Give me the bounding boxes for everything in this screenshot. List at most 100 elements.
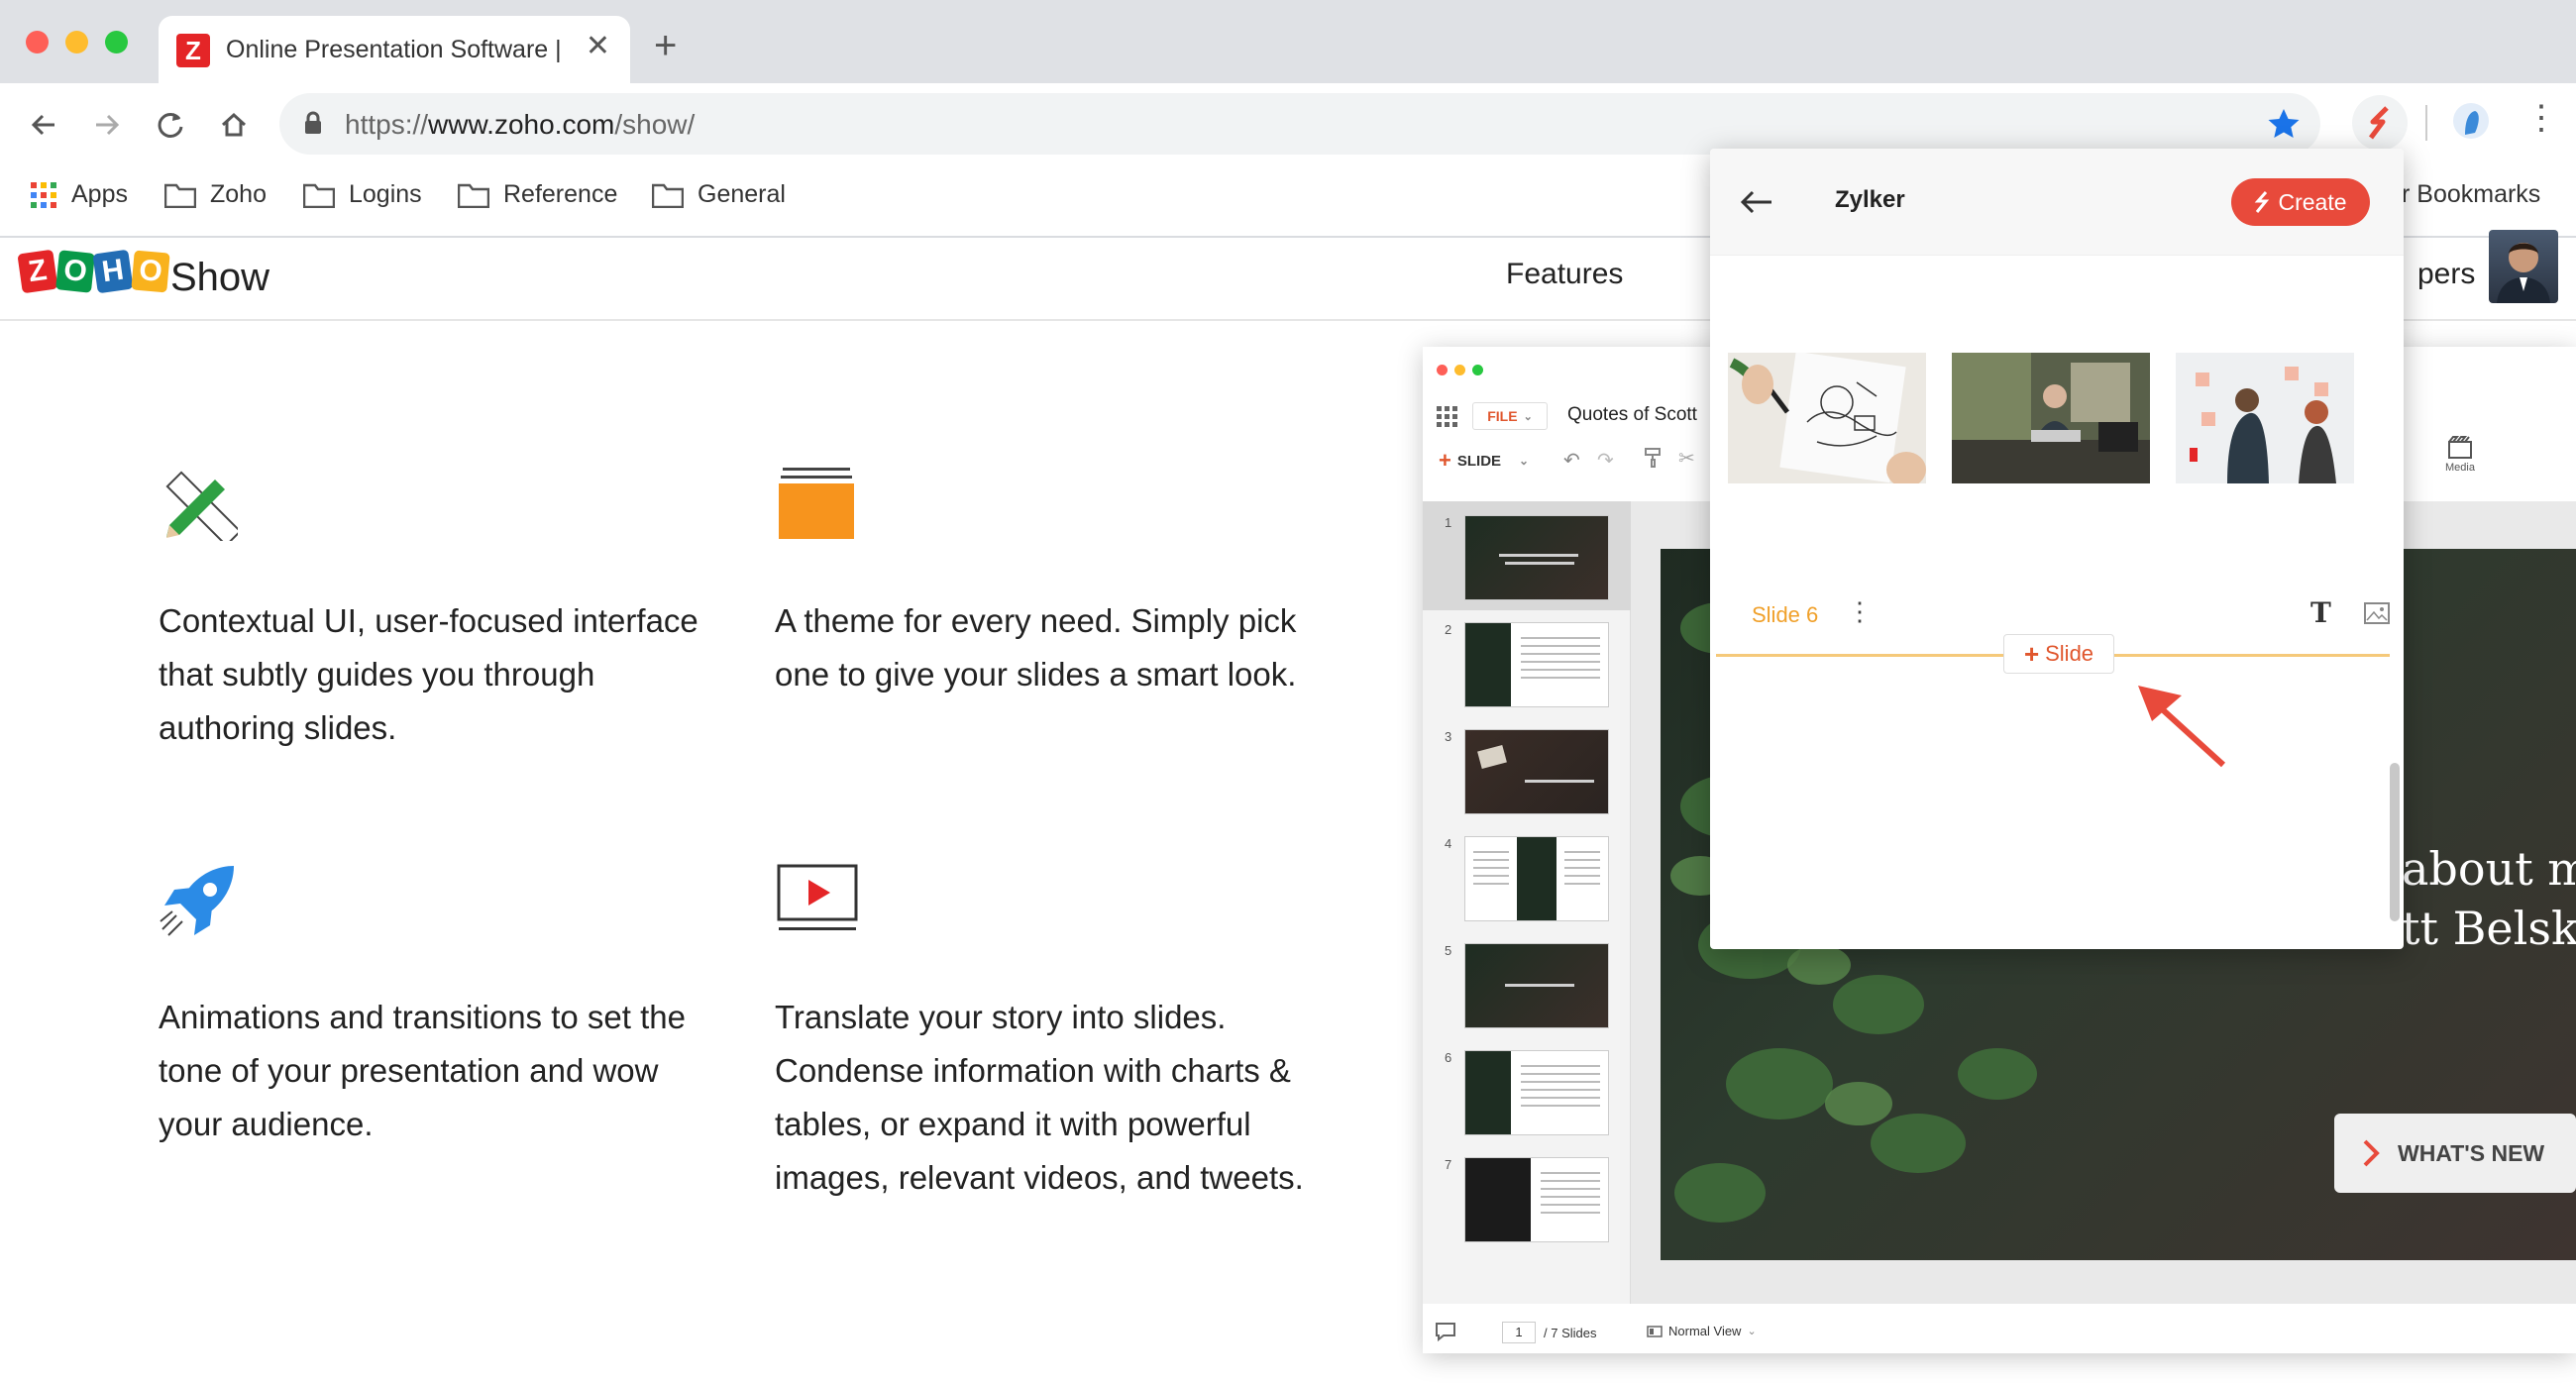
browser-tab-strip: Z Online Presentation Software | ✕ + <box>0 0 2576 83</box>
thumb-text-line <box>1505 984 1574 987</box>
view-mode-selector[interactable]: Normal View ⌄ <box>1647 1324 1757 1338</box>
redo-icon[interactable]: ↷ <box>1597 448 1614 473</box>
slide-thumbnail-7[interactable] <box>1464 1157 1609 1242</box>
slide-name-label[interactable]: Slide 6 <box>1752 602 1818 628</box>
popup-title: Zylker <box>1835 186 1905 213</box>
product-name[interactable]: Show <box>170 256 269 300</box>
whats-new-label: WHAT'S NEW <box>2398 1139 2545 1166</box>
minimize-window-icon[interactable] <box>65 31 88 53</box>
image-result-sketch[interactable] <box>1728 353 1926 483</box>
scissors-icon[interactable]: ✂ <box>1678 446 1695 471</box>
file-menu-label: FILE <box>1487 408 1518 424</box>
thumb-text-lines <box>1564 851 1600 853</box>
add-slide-toolbar-button[interactable]: + SLIDE ⌄ <box>1439 448 1529 474</box>
other-bookmarks[interactable]: r Bookmarks <box>2402 180 2540 209</box>
page-number-input[interactable]: 1 <box>1502 1322 1536 1343</box>
undo-icon[interactable]: ↶ <box>1563 448 1580 473</box>
slide-quote-line-2: tt Belsky <box>2402 902 2576 955</box>
bookmark-label: Zoho <box>210 180 267 208</box>
zoho-show-extension-icon[interactable] <box>2352 95 2408 151</box>
add-slide-button[interactable]: + Slide <box>2003 634 2114 674</box>
theme-folder-icon <box>777 466 856 546</box>
view-icon <box>1647 1325 1663 1337</box>
forward-icon[interactable] <box>83 101 131 149</box>
thumb-number: 4 <box>1445 836 1452 851</box>
image-result-whiteboard[interactable] <box>2176 353 2354 483</box>
slide-thumbnail-6[interactable] <box>1464 1050 1609 1135</box>
chevron-down-icon: ⌄ <box>1519 454 1530 468</box>
zoho-logo[interactable]: Z O H O <box>17 249 170 294</box>
toolbar-divider <box>2425 105 2427 141</box>
logo-letter: O <box>55 250 95 293</box>
folder-icon <box>164 183 196 208</box>
close-window-icon[interactable] <box>26 31 49 53</box>
back-icon[interactable] <box>20 101 67 149</box>
whats-new-button[interactable]: WHAT'S NEW <box>2334 1114 2576 1193</box>
bookmark-apps[interactable]: Apps <box>30 180 128 209</box>
feature-storytelling: Translate your story into slides. Conden… <box>775 999 1304 1196</box>
nav-features[interactable]: Features <box>1506 258 1623 291</box>
folder-icon <box>458 183 489 208</box>
slide-thumbnail-2[interactable] <box>1464 622 1609 707</box>
thumb-image <box>1477 744 1507 770</box>
folder-icon <box>303 183 335 208</box>
thumb-number: 6 <box>1445 1050 1452 1065</box>
format-painter-icon[interactable] <box>1645 448 1663 473</box>
slide-quote-line-1: about mo <box>2402 842 2576 896</box>
feature-contextual-ui: Contextual UI, user-focused interface th… <box>159 602 698 746</box>
slide-options-icon[interactable]: ⋮ <box>1847 598 1873 624</box>
comments-icon[interactable] <box>1435 1322 1456 1346</box>
zoho-favicon-icon: Z <box>176 34 210 67</box>
image-tool-icon[interactable] <box>2364 602 2390 629</box>
image-result-office[interactable] <box>1952 353 2150 483</box>
file-menu-button[interactable]: FILE ⌄ <box>1472 402 1548 430</box>
thumb-text-lines <box>1473 851 1509 853</box>
close-tab-icon[interactable]: ✕ <box>586 32 610 61</box>
text-tool-icon[interactable]: T <box>2310 596 2331 629</box>
bookmark-zoho[interactable]: Zoho <box>164 180 267 209</box>
media-toolbar-button[interactable]: Media <box>2445 436 2475 474</box>
other-bookmarks-label: r Bookmarks <box>2402 180 2541 208</box>
home-icon[interactable] <box>210 101 258 149</box>
whiteboard-photo <box>2176 353 2354 483</box>
maximize-window-icon[interactable] <box>105 31 128 53</box>
thumb-text-lines <box>1521 637 1600 639</box>
plus-icon: + <box>1439 448 1451 473</box>
document-title[interactable]: Quotes of Scott <box>1567 404 1697 426</box>
app-grid-icon[interactable] <box>1437 406 1458 433</box>
app-minimize-dot <box>1454 365 1465 375</box>
thumb-image <box>1517 837 1556 920</box>
slide-thumbnail-1[interactable] <box>1464 515 1609 600</box>
avatar[interactable] <box>2489 230 2558 303</box>
bookmark-star-icon[interactable] <box>2267 107 2301 146</box>
reload-icon[interactable] <box>147 101 194 149</box>
bookmark-logins[interactable]: Logins <box>303 180 422 209</box>
back-arrow-icon[interactable] <box>1740 190 1773 219</box>
chevron-down-icon: ⌄ <box>1523 410 1533 423</box>
popup-header: Zylker Create <box>1710 149 2404 256</box>
slide-thumbnail-3[interactable] <box>1464 729 1609 814</box>
new-tab-icon[interactable]: + <box>654 26 677 65</box>
profile-icon[interactable] <box>2451 99 2491 147</box>
bookmark-general[interactable]: General <box>652 180 786 209</box>
nav-developers-partial[interactable]: pers <box>2417 258 2475 291</box>
url-text: https://www.zoho.com/show/ <box>345 109 696 140</box>
popup-scrollbar[interactable] <box>2390 763 2400 921</box>
chevron-right-icon <box>2363 1139 2380 1167</box>
address-bar[interactable]: https://www.zoho.com/show/ <box>279 93 2320 155</box>
slide-thumbnails-panel: 1 2 3 4 5 6 7 <box>1423 501 1631 1304</box>
bookmark-label: Apps <box>71 180 128 208</box>
bookmark-label: General <box>698 180 786 208</box>
logo-letter: H <box>92 249 134 294</box>
pointer-arrow-icon <box>2124 676 2233 780</box>
slide-thumbnail-4[interactable] <box>1464 836 1609 921</box>
bookmark-reference[interactable]: Reference <box>458 180 617 209</box>
thumb-image <box>1465 1158 1531 1241</box>
thumb-number: 7 <box>1445 1157 1452 1172</box>
slide-thumbnail-5[interactable] <box>1464 943 1609 1028</box>
browser-tab-active[interactable]: Z Online Presentation Software | ✕ <box>159 16 630 83</box>
browser-menu-icon[interactable]: ⋮ <box>2524 101 2558 135</box>
slide-count: / 7 Slides <box>1544 1326 1597 1340</box>
create-button[interactable]: Create <box>2231 178 2370 226</box>
apps-grid-icon <box>31 181 56 208</box>
